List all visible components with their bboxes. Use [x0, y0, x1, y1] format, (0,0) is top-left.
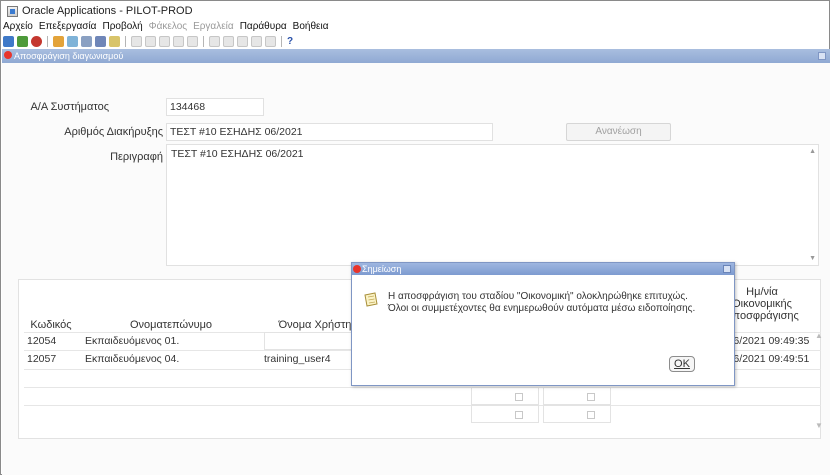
- copy-icon[interactable]: [131, 35, 142, 47]
- note-icon: [364, 292, 378, 307]
- row5-checkbox-b[interactable]: [587, 393, 595, 401]
- dialog-minimize-icon[interactable]: [723, 265, 731, 273]
- column-header-name: Ονοματεπώνυμο: [129, 319, 213, 331]
- window-title: Oracle Applications - PILOT-PROD: [22, 5, 193, 17]
- menu-item-6[interactable]: Βοήθεια: [293, 21, 329, 34]
- open-icon[interactable]: [17, 35, 28, 47]
- next-step-icon[interactable]: [53, 35, 64, 47]
- application-window: Oracle Applications - PILOT-PROD Αρχείο Ε…: [0, 0, 830, 475]
- grid-row-separator: [24, 405, 821, 406]
- ok-button[interactable]: OK: [669, 356, 695, 372]
- row6-checkbox-b[interactable]: [587, 411, 595, 419]
- row1-code[interactable]: 12054: [27, 333, 79, 350]
- attachments-icon[interactable]: [237, 35, 248, 47]
- menu-bar: Αρχείο Επεξεργασία Προβολή Φάκελος Εργαλεία Π…: [1, 21, 830, 34]
- delete-record-icon[interactable]: [173, 35, 184, 47]
- new-icon[interactable]: [3, 35, 14, 47]
- toolbar-separator: [125, 35, 126, 47]
- grid-row-separator: [24, 387, 821, 388]
- row1-name[interactable]: Εκπαιδευόμενος 01.: [85, 333, 255, 350]
- switch-responsibility-icon[interactable]: [67, 35, 78, 47]
- toolbar: ?: [3, 34, 829, 48]
- scroll-up-icon[interactable]: ▲: [809, 148, 816, 155]
- form-minimize-icon[interactable]: [818, 52, 826, 60]
- row5-cell-b[interactable]: [543, 387, 611, 405]
- menu-item-4[interactable]: Εργαλεία: [193, 21, 234, 34]
- system-id-label: Α/Α Συστήματος: [30, 101, 109, 113]
- row2-code[interactable]: 12057: [27, 351, 79, 368]
- title-bar: Oracle Applications - PILOT-PROD: [7, 3, 825, 19]
- tender-number-field[interactable]: ΤΕΣΤ #10 ΕΣΗΔΗΣ 06/2021: [166, 123, 493, 141]
- menu-item-5[interactable]: Παράθυρα: [240, 21, 287, 34]
- toolbar-separator: [203, 35, 204, 47]
- toolbar-separator: [47, 35, 48, 47]
- row5-cell-a[interactable]: [471, 387, 539, 405]
- help-icon[interactable]: ?: [287, 36, 293, 47]
- close-form-icon[interactable]: [95, 35, 106, 47]
- column-header-code: Κωδικός: [30, 319, 72, 331]
- system-id-field[interactable]: 134468: [166, 98, 264, 116]
- dialog-title: Σημείωση: [362, 264, 402, 274]
- refresh-button[interactable]: Ανανέωση: [566, 123, 671, 141]
- row1-username-field[interactable]: [264, 332, 354, 350]
- toolbar-separator: [281, 35, 282, 47]
- grid-scroll-down-icon[interactable]: ▼: [815, 421, 823, 430]
- row2-username[interactable]: training_user4: [264, 351, 359, 368]
- folder-icon[interactable]: [265, 35, 276, 47]
- row6-cell-b[interactable]: [543, 405, 611, 423]
- dialog-message: Η αποσφράγιση του σταδίου "Οικονομική" ο…: [388, 291, 696, 314]
- clear-record-icon[interactable]: [159, 35, 170, 47]
- paste-icon[interactable]: [145, 35, 156, 47]
- save-icon[interactable]: [31, 35, 42, 47]
- form-close-icon[interactable]: [4, 51, 12, 59]
- description-field[interactable]: ΤΕΣΤ #10 ΕΣΗΔΗΣ 06/2021 ▲ ▼: [166, 144, 819, 266]
- menu-item-2[interactable]: Προβολή: [102, 21, 142, 34]
- column-header-username: Όνομα Χρήστη: [278, 319, 352, 331]
- folder-tools-icon[interactable]: [251, 35, 262, 47]
- zoom-icon[interactable]: [209, 35, 220, 47]
- row2-name[interactable]: Εκπαιδευόμενος 04.: [85, 351, 255, 368]
- form-title-bar: Αποσφράγιση διαγωνισμού: [2, 49, 830, 63]
- description-text: ΤΕΣΤ #10 ΕΣΗΔΗΣ 06/2021: [171, 148, 304, 160]
- row6-checkbox-a[interactable]: [515, 411, 523, 419]
- translations-icon[interactable]: [223, 35, 234, 47]
- form-title: Αποσφράγιση διαγωνισμού: [14, 51, 124, 61]
- description-label: Περιγραφή: [110, 151, 163, 163]
- menu-item-0[interactable]: Αρχείο: [3, 21, 33, 34]
- menu-item-1[interactable]: Επεξεργασία: [39, 21, 97, 34]
- oracle-app-icon: [7, 5, 18, 17]
- row5-checkbox-a[interactable]: [515, 393, 523, 401]
- print-icon[interactable]: [81, 35, 92, 47]
- menu-item-3[interactable]: Φάκελος: [149, 21, 187, 34]
- dialog-title-bar: Σημείωση: [352, 263, 734, 275]
- cut-icon[interactable]: [109, 35, 120, 47]
- edit-field-icon[interactable]: [187, 35, 198, 47]
- row6-cell-a[interactable]: [471, 405, 539, 423]
- note-dialog: Σημείωση Η αποσφράγιση του σταδίου "Οικο…: [351, 262, 735, 386]
- row1-scroll-marker: ▲: [815, 331, 823, 340]
- ok-button-label: OK: [674, 358, 690, 370]
- dialog-close-icon[interactable]: [353, 265, 361, 273]
- tender-number-label: Αριθμός Διακήρυξης: [64, 126, 163, 138]
- scroll-down-icon[interactable]: ▼: [809, 255, 816, 262]
